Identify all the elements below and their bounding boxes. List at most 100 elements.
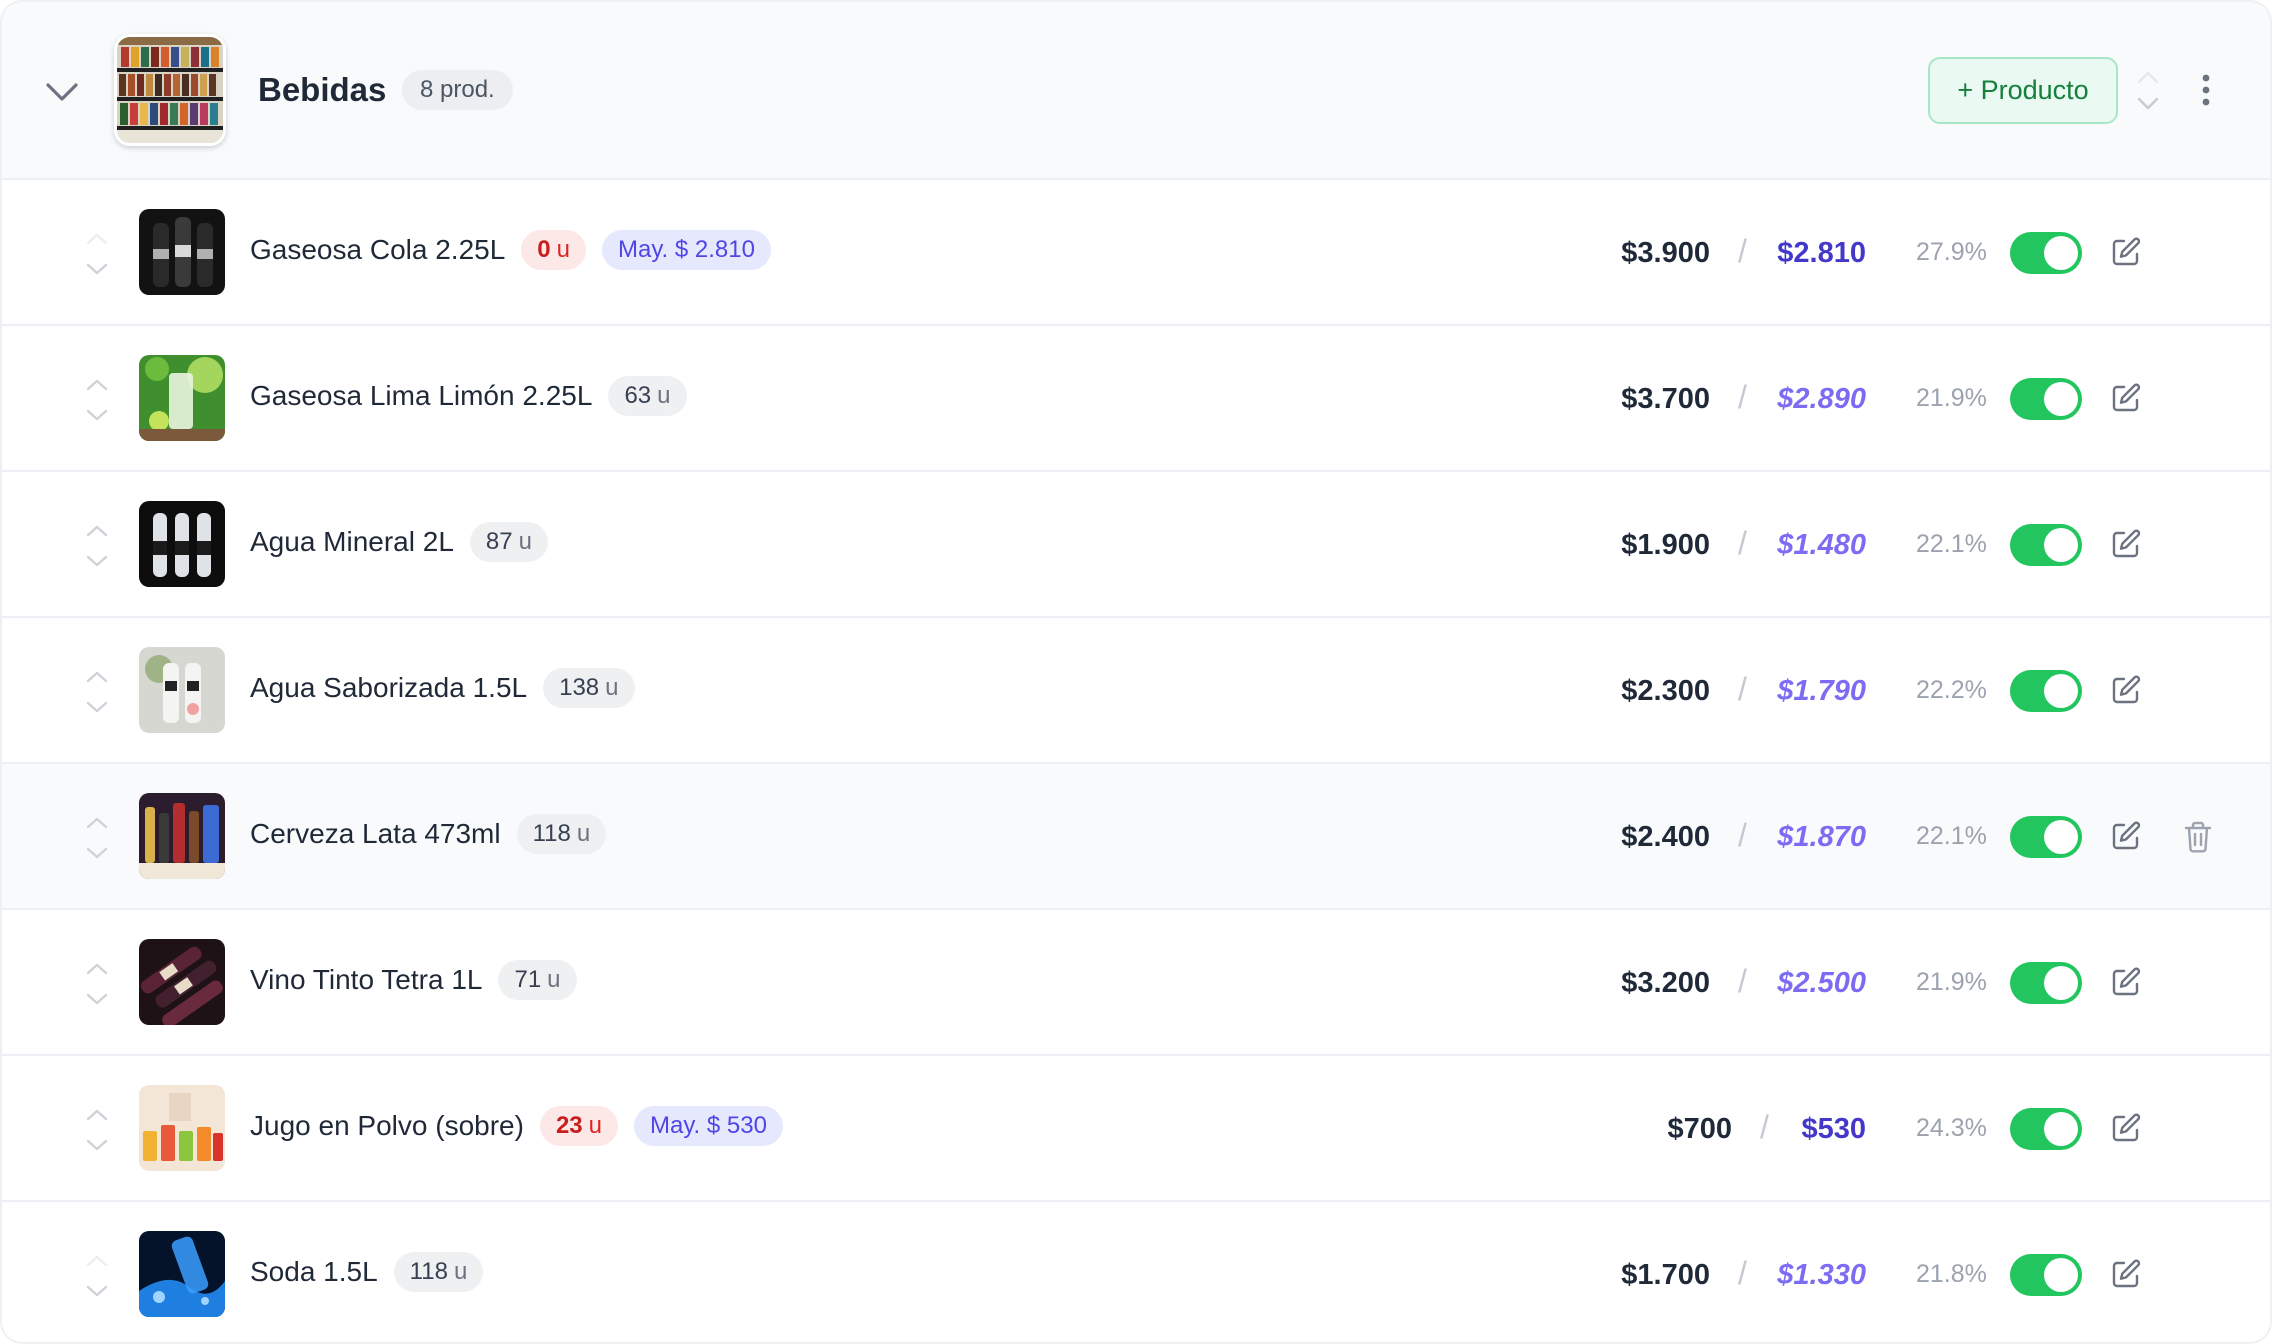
- stock-unit: u: [453, 1258, 468, 1285]
- active-toggle[interactable]: [2010, 378, 2082, 420]
- toggle-knob: [2044, 1112, 2078, 1146]
- wholesale-price[interactable]: $1.480: [1777, 524, 1866, 566]
- product-info: Soda 1.5L 118 u: [250, 1250, 484, 1294]
- edit-icon[interactable]: [2110, 1112, 2142, 1144]
- retail-price[interactable]: $3.900: [1621, 232, 1710, 274]
- stock-value: 118: [532, 820, 571, 847]
- product-name: Cerveza Lata 473ml: [250, 818, 501, 849]
- retail-price[interactable]: $3.200: [1621, 962, 1710, 1004]
- active-toggle[interactable]: [2010, 962, 2082, 1004]
- product-info: Jugo en Polvo (sobre) 23 u May. $ 530: [250, 1104, 783, 1148]
- toggle-knob: [2044, 236, 2078, 270]
- product-name: Vino Tinto Tetra 1L: [250, 964, 483, 995]
- product-info: Agua Saborizada 1.5L 138 u: [250, 666, 635, 710]
- stock-value: 0: [537, 236, 551, 263]
- retail-price[interactable]: $1.700: [1621, 1254, 1710, 1296]
- margin-percent: 22.2%: [1916, 676, 1987, 704]
- stock-badge: 138 u: [543, 668, 635, 708]
- stock-badge: 118 u: [516, 814, 607, 854]
- product-image: [139, 647, 225, 733]
- product-row: Cerveza Lata 473ml 118 u $2.400 / $1.870 …: [2, 764, 2270, 910]
- retail-price[interactable]: $700: [1667, 1108, 1732, 1150]
- stock-unit: u: [657, 382, 671, 409]
- active-toggle[interactable]: [2010, 816, 2082, 858]
- wholesale-price[interactable]: $1.790: [1777, 670, 1866, 712]
- edit-icon[interactable]: [2110, 236, 2142, 268]
- product-name: Agua Mineral 2L: [250, 526, 454, 557]
- stock-value: 118: [409, 1258, 448, 1285]
- toggle-knob: [2044, 674, 2078, 708]
- sort-arrows-icon[interactable]: [82, 374, 112, 426]
- retail-price[interactable]: $2.400: [1621, 816, 1710, 858]
- category-header: Bebidas 8 prod. + Producto: [2, 2, 2270, 180]
- active-toggle[interactable]: [2010, 232, 2082, 274]
- retail-price[interactable]: $1.900: [1621, 524, 1710, 566]
- product-row: Gaseosa Lima Limón 2.25L 63 u $3.700 / $2…: [2, 326, 2270, 472]
- product-info: Cerveza Lata 473ml 118 u: [250, 812, 607, 856]
- sort-arrows-icon[interactable]: [82, 520, 112, 572]
- wholesale-price[interactable]: $2.500: [1777, 962, 1866, 1004]
- sort-arrows-icon[interactable]: [82, 812, 112, 864]
- sort-arrows-icon[interactable]: [82, 1250, 112, 1302]
- wholesale-price[interactable]: $530: [1801, 1108, 1866, 1150]
- edit-icon[interactable]: [2110, 674, 2142, 706]
- margin-percent: 21.8%: [1916, 1260, 1987, 1288]
- product-row: Jugo en Polvo (sobre) 23 u May. $ 530 $70…: [2, 1056, 2270, 1202]
- toggle-knob: [2044, 528, 2078, 562]
- add-product-button[interactable]: + Producto: [1928, 57, 2118, 124]
- product-image: [139, 939, 225, 1025]
- margin-percent: 27.9%: [1916, 238, 1987, 266]
- sort-arrows-icon[interactable]: [82, 666, 112, 718]
- edit-icon[interactable]: [2110, 966, 2142, 998]
- product-row: Agua Mineral 2L 87 u $1.900 / $1.480 22.1…: [2, 472, 2270, 618]
- stock-unit: u: [576, 820, 591, 847]
- stock-badge: 63 u: [608, 376, 687, 416]
- product-info: Vino Tinto Tetra 1L 71 u: [250, 958, 577, 1002]
- edit-icon[interactable]: [2110, 382, 2142, 414]
- wholesale-price[interactable]: $2.890: [1777, 378, 1866, 420]
- sort-arrows-icon[interactable]: [82, 1104, 112, 1156]
- wholesale-price[interactable]: $1.330: [1777, 1254, 1866, 1296]
- chevron-down-icon[interactable]: [42, 72, 82, 112]
- wholesale-price[interactable]: $2.810: [1777, 232, 1866, 274]
- product-name: Gaseosa Cola 2.25L: [250, 234, 506, 265]
- product-row: Agua Saborizada 1.5L 138 u $2.300 / $1.79…: [2, 618, 2270, 764]
- category-card: Bebidas 8 prod. + Producto Gaseosa Cola …: [0, 0, 2272, 1344]
- product-name: Agua Saborizada 1.5L: [250, 672, 528, 703]
- edit-icon[interactable]: [2110, 1258, 2142, 1290]
- retail-price[interactable]: $3.700: [1621, 378, 1710, 420]
- edit-icon[interactable]: [2110, 820, 2142, 852]
- sort-arrows-icon[interactable]: [82, 228, 112, 280]
- product-image: [139, 793, 225, 879]
- category-image: [114, 34, 226, 146]
- stock-value: 63: [624, 382, 652, 409]
- edit-icon[interactable]: [2110, 528, 2142, 560]
- more-vertical-icon[interactable]: [2192, 68, 2220, 112]
- stock-unit: u: [588, 1112, 602, 1139]
- product-info: Agua Mineral 2L 87 u: [250, 520, 548, 564]
- stock-unit: u: [605, 674, 619, 701]
- sort-arrows-icon[interactable]: [82, 958, 112, 1010]
- active-toggle[interactable]: [2010, 1254, 2082, 1296]
- wholesale-price[interactable]: $1.870: [1777, 816, 1866, 858]
- margin-percent: 22.1%: [1916, 530, 1987, 558]
- stock-value: 71: [514, 966, 542, 993]
- product-name: Gaseosa Lima Limón 2.25L: [250, 380, 593, 411]
- sort-arrows-icon[interactable]: [2133, 60, 2163, 120]
- product-row: Gaseosa Cola 2.25L 0u May. $ 2.810 $3.90…: [2, 180, 2270, 326]
- retail-price[interactable]: $2.300: [1621, 670, 1710, 712]
- active-toggle[interactable]: [2010, 670, 2082, 712]
- margin-percent: 24.3%: [1916, 1114, 1987, 1142]
- product-info: Gaseosa Cola 2.25L 0u May. $ 2.810: [250, 228, 771, 272]
- trash-icon[interactable]: [2182, 820, 2214, 854]
- active-toggle[interactable]: [2010, 1108, 2082, 1150]
- category-title: Bebidas: [258, 71, 387, 108]
- product-row: Vino Tinto Tetra 1L 71 u $3.200 / $2.500 …: [2, 910, 2270, 1056]
- product-name: Jugo en Polvo (sobre): [250, 1110, 524, 1141]
- toggle-knob: [2044, 820, 2078, 854]
- active-toggle[interactable]: [2010, 524, 2082, 566]
- product-info: Gaseosa Lima Limón 2.25L 63 u: [250, 374, 687, 418]
- stock-badge: 0u: [521, 230, 586, 270]
- wholesale-badge: May. $ 530: [634, 1106, 783, 1146]
- price-separator: /: [1738, 817, 1747, 853]
